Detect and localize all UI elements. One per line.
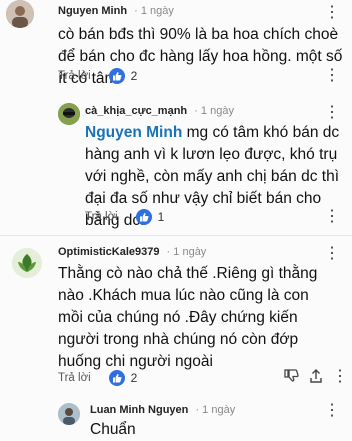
more-options-icon[interactable]: ⋮	[322, 3, 342, 23]
comment-3: OptimisticKale9379 · 1 ngày ⋮ Thằng cò n…	[0, 240, 352, 390]
divider	[0, 235, 352, 236]
like-count: 2	[130, 371, 138, 385]
author-name[interactable]: Nguyen Minh	[58, 5, 127, 17]
author-name[interactable]: Luan Minh Nguyen	[90, 404, 188, 416]
more-options-icon[interactable]: ⋮	[322, 244, 342, 264]
mention-link[interactable]: Nguyen Minh	[85, 124, 182, 141]
timestamp-value: 1 ngày	[173, 246, 207, 258]
more-options-icon[interactable]: ⋮	[322, 103, 342, 123]
timestamp-value: 1 ngày	[200, 105, 234, 117]
avatar[interactable]	[58, 403, 80, 425]
comment-2-reply: cà_khịa_cực_mạnh · 1 ngày ⋮ Nguyen Minh …	[0, 95, 352, 229]
timestamp: · 1 ngày	[191, 105, 234, 117]
comment-actions: Trả lời 2	[58, 64, 137, 88]
timestamp: · 1 ngày	[192, 404, 236, 416]
comment-4-reply: Luan Minh Nguyen · 1 ngày ⋮ Chuẩn	[0, 395, 352, 440]
author-name[interactable]: cà_khịa_cực_mạnh	[85, 105, 187, 117]
comment-meta: OptimisticKale9379 · 1 ngày	[58, 246, 206, 258]
like-icon[interactable]	[108, 68, 125, 84]
avatar-image	[6, 0, 34, 28]
comment-meta: Luan Minh Nguyen · 1 ngày	[90, 404, 235, 416]
share-icon[interactable]	[308, 368, 326, 386]
timestamp: · 1 ngày	[131, 5, 174, 17]
dislike-icon[interactable]	[283, 368, 301, 386]
avatar-image	[58, 103, 80, 125]
like-icon[interactable]	[135, 209, 152, 225]
avatar-image	[58, 403, 80, 425]
comment-meta: cà_khịa_cực_mạnh · 1 ngày	[85, 105, 234, 117]
comment-meta: Nguyen Minh · 1 ngày	[58, 5, 174, 17]
comment-actions: Trả lời 2	[58, 366, 137, 390]
like-count: 1	[157, 210, 165, 224]
author-name[interactable]: OptimisticKale9379	[58, 246, 160, 258]
timestamp-value: 1 ngày	[202, 404, 236, 416]
avatar[interactable]	[6, 0, 34, 28]
reply-button[interactable]: Trả lời	[58, 70, 91, 82]
reply-button[interactable]: Trả lời	[85, 211, 118, 223]
more-options-icon[interactable]: ⋮	[322, 66, 342, 86]
avatar-image	[12, 248, 42, 278]
like-icon[interactable]	[108, 370, 125, 386]
comment-text: Thằng cò nào chả thế .Riêng gì thằng nào…	[58, 265, 318, 370]
more-options-icon[interactable]: ⋮	[330, 367, 350, 387]
more-options-icon[interactable]: ⋮	[322, 401, 342, 421]
like-count: 2	[130, 69, 138, 83]
avatar[interactable]	[58, 103, 80, 125]
comment-1: Nguyen Minh · 1 ngày ⋮ cò bán bđs thì 90…	[0, 0, 352, 95]
comment-text: Chuẩn	[90, 421, 136, 438]
avatar[interactable]	[12, 248, 42, 278]
reply-button[interactable]: Trả lời	[58, 372, 91, 384]
timestamp-value: 1 ngày	[140, 5, 174, 17]
comment-actions: Trả lời 1	[85, 205, 164, 229]
more-options-icon[interactable]: ⋮	[322, 207, 342, 227]
timestamp: · 1 ngày	[163, 246, 207, 258]
